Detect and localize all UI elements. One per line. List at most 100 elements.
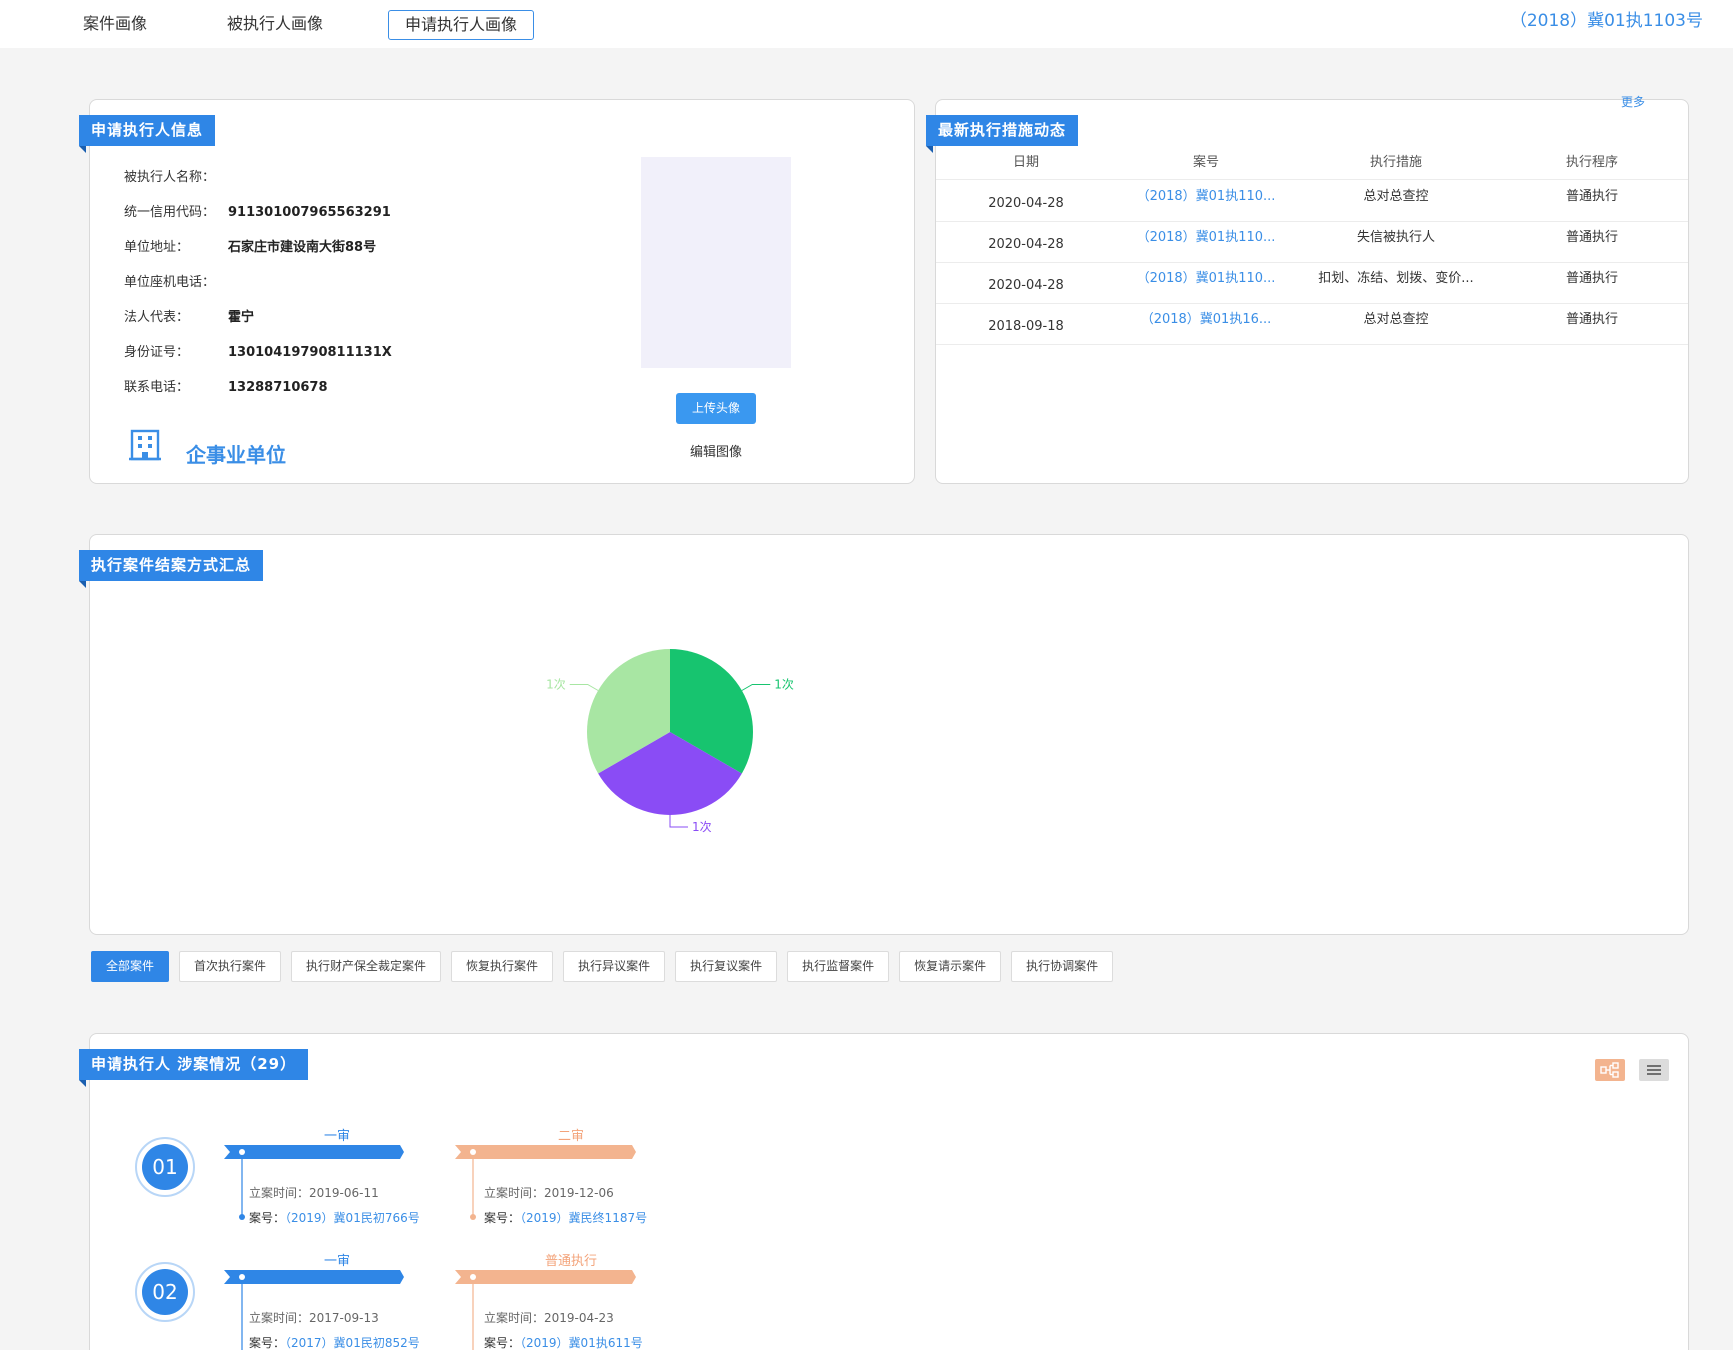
pie-label-line	[669, 815, 688, 828]
cell-case-link[interactable]: （2018）冀01执110...	[1116, 222, 1296, 262]
info-label: 单位座机电话：	[124, 275, 216, 290]
filter-first-execution[interactable]: 首次执行案件	[179, 951, 282, 982]
stage-case-number: 案号：（2019）冀民终1187号	[484, 1209, 647, 1226]
cell-case-link[interactable]: （2018）冀01执110...	[1116, 263, 1296, 303]
table-row: 2018-09-18 （2018）冀01执16... 总对总查控 普通执行	[936, 304, 1688, 345]
case-filter-bar: 全部案件 首次执行案件 执行财产保全裁定案件 恢复执行案件 执行异议案件 执行复…	[91, 951, 1123, 982]
info-value: 13010419790811131X	[228, 345, 392, 360]
stage-filing-time: 立案时间：2019-06-11	[249, 1184, 379, 1201]
case-number-link[interactable]: （2019）冀01民初766号	[285, 1211, 420, 1225]
tree-view-toggle[interactable]	[1595, 1059, 1625, 1081]
filter-execution-coordination[interactable]: 执行协调案件	[1011, 951, 1114, 982]
case-number[interactable]: （2018）冀01执1103号	[1510, 10, 1703, 32]
filing-time-label: 立案时间：	[484, 1311, 545, 1325]
info-label: 法人代表：	[124, 310, 190, 325]
pie-slice-label: 1次	[546, 678, 566, 692]
more-link[interactable]: 更多	[1621, 93, 1645, 110]
applicant-info-card	[89, 99, 915, 484]
measures-table-header: 日期 案号 执行措施 执行程序	[936, 152, 1688, 180]
tab-case-portrait[interactable]: 案件画像	[67, 10, 163, 40]
cell-measure: 总对总查控	[1363, 189, 1429, 204]
avatar-image	[641, 157, 791, 368]
filter-property-preservation[interactable]: 执行财产保全裁定案件	[291, 951, 442, 982]
list-view-icon	[1647, 1065, 1661, 1075]
tree-view-icon	[1600, 1062, 1619, 1078]
filing-time-label: 立案时间：	[249, 1186, 310, 1200]
stage-filing-time: 立案时间：2019-04-23	[484, 1309, 614, 1326]
upload-avatar-button[interactable]: 上传头像	[676, 393, 756, 424]
stage-filing-time: 立案时间：2017-09-13	[249, 1309, 379, 1326]
stage-case-number: 案号：（2019）冀01执611号	[484, 1334, 643, 1350]
tab-executed-person[interactable]: 被执行人画像	[211, 10, 339, 40]
info-label: 联系电话：	[124, 380, 190, 395]
info-value: 石家庄市建设南大街88号	[228, 240, 377, 255]
case-number-link[interactable]: （2019）冀民终1187号	[520, 1211, 647, 1225]
stage-case-number: 案号：（2017）冀01民初852号	[249, 1334, 420, 1350]
table-row: 2020-04-28 （2018）冀01执110... 扣划、冻结、划拨、变价.…	[936, 263, 1688, 304]
case-number-link[interactable]: （2017）冀01民初852号	[285, 1336, 420, 1350]
cell-procedure: 普通执行	[1565, 189, 1618, 204]
cell-measure: 总对总查控	[1363, 312, 1429, 327]
timeline-number-text: 02	[142, 1269, 188, 1315]
stage-title: 一审	[323, 1129, 350, 1144]
pie-slice-label: 1次	[774, 678, 794, 692]
stage-case-number: 案号：（2019）冀01民初766号	[249, 1209, 420, 1226]
info-row-phone-landline: 单位座机电话：	[124, 271, 228, 290]
cell-procedure: 普通执行	[1565, 230, 1618, 245]
applicant-info-title: 申请执行人信息	[79, 115, 216, 153]
info-row-id-number: 身份证号： 13010419790811131X	[124, 341, 392, 360]
case-number-label: 案号：	[249, 1211, 286, 1225]
filter-all-cases[interactable]: 全部案件	[91, 951, 170, 982]
tab-applicant[interactable]: 申请执行人画像	[388, 10, 535, 40]
case-number-label: 案号：	[249, 1336, 286, 1350]
stage-title: 二审	[557, 1129, 584, 1144]
info-row-address: 单位地址： 石家庄市建设南大街88号	[124, 236, 376, 255]
cell-date: 2020-04-28	[988, 196, 1064, 211]
info-label: 单位地址：	[124, 240, 190, 255]
col-procedure: 执行程序	[1565, 155, 1618, 170]
summary-title: 执行案件结案方式汇总	[79, 550, 264, 588]
cell-case-link[interactable]: （2018）冀01执110...	[1116, 181, 1296, 221]
cell-measure: 失信被执行人	[1356, 230, 1435, 245]
org-type-label: 企事业单位	[186, 443, 286, 467]
filter-resume-execution[interactable]: 恢复执行案件	[451, 951, 554, 982]
info-label: 被执行人名称：	[124, 170, 216, 185]
filter-execution-review[interactable]: 执行复议案件	[675, 951, 778, 982]
col-date: 日期	[1012, 155, 1039, 170]
timeline-number: 01	[135, 1137, 195, 1197]
filter-resume-request[interactable]: 恢复请示案件	[899, 951, 1002, 982]
info-label: 统一信用代码：	[124, 205, 216, 220]
case-number-label: 案号：	[484, 1336, 521, 1350]
filing-time-value: 2017-09-13	[309, 1311, 379, 1325]
filter-execution-objection[interactable]: 执行异议案件	[563, 951, 666, 982]
info-label: 身份证号：	[124, 345, 190, 360]
cell-date: 2020-04-28	[988, 278, 1064, 293]
cell-measure: 扣划、冻结、划拨、变价...	[1318, 271, 1474, 286]
col-case: 案号	[1192, 155, 1219, 170]
stage-filing-time: 立案时间：2019-12-06	[484, 1184, 614, 1201]
cell-date: 2020-04-28	[988, 237, 1064, 252]
filing-time-value: 2019-04-23	[544, 1311, 614, 1325]
case-number-link[interactable]: （2019）冀01执611号	[520, 1336, 643, 1350]
list-view-toggle[interactable]	[1639, 1059, 1669, 1081]
involvement-title: 申请执行人 涉案情况（29）	[79, 1049, 309, 1087]
stage-title: 一审	[323, 1254, 350, 1269]
pie-label-line	[741, 684, 771, 691]
timeline-number: 02	[135, 1262, 195, 1322]
case-number-label: 案号：	[484, 1211, 521, 1225]
filing-time-value: 2019-12-06	[544, 1186, 614, 1200]
table-row: 2020-04-28 （2018）冀01执110... 总对总查控 普通执行	[936, 181, 1688, 222]
info-row-name: 被执行人名称：	[124, 166, 228, 185]
filing-time-label: 立案时间：	[484, 1186, 545, 1200]
filing-time-value: 2019-06-11	[309, 1186, 379, 1200]
cell-case-link[interactable]: （2018）冀01执16...	[1116, 304, 1296, 344]
edit-image-link[interactable]: 编辑图像	[668, 441, 764, 460]
filter-execution-supervision[interactable]: 执行监督案件	[787, 951, 890, 982]
info-value: 911301007965563291	[228, 205, 391, 220]
table-row: 2020-04-28 （2018）冀01执110... 失信被执行人 普通执行	[936, 222, 1688, 263]
measures-title: 最新执行措施动态	[926, 115, 1079, 153]
cell-date: 2018-09-18	[988, 319, 1064, 334]
cell-procedure: 普通执行	[1565, 312, 1618, 327]
info-row-credit-code: 统一信用代码： 911301007965563291	[124, 201, 391, 220]
timeline-number-text: 01	[142, 1144, 188, 1190]
